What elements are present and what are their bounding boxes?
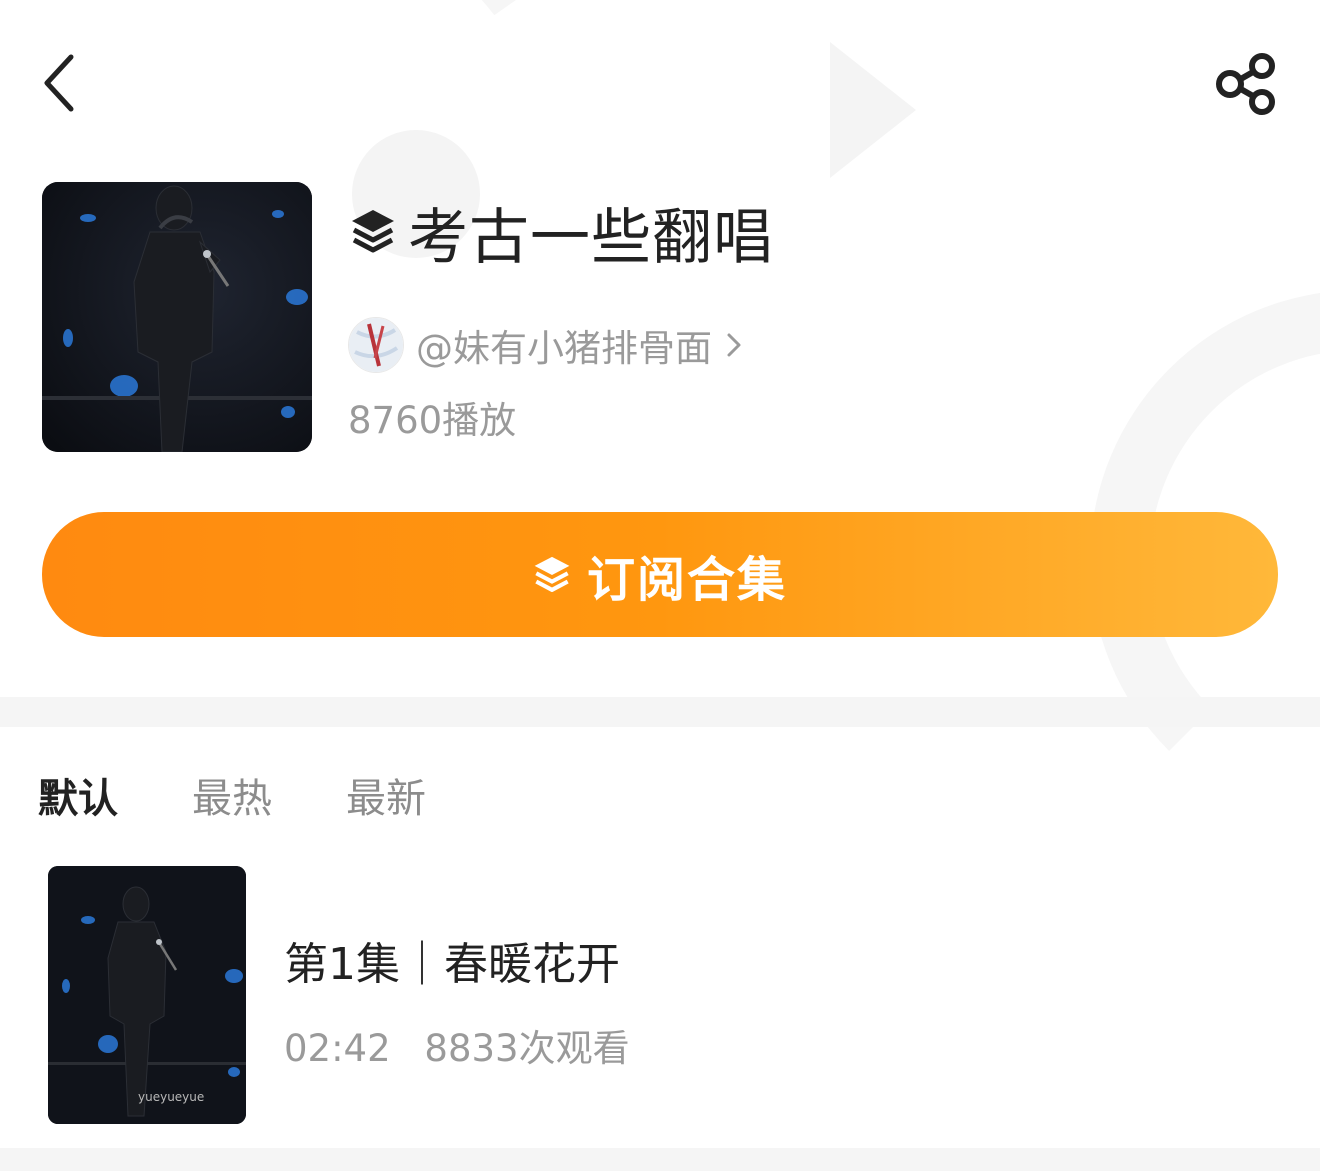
background-play-decoration <box>830 42 916 178</box>
bottom-divider <box>0 1148 1320 1171</box>
collection-title: 考古一些翻唱 <box>408 202 774 273</box>
subscribe-label: 订阅合集 <box>586 551 787 608</box>
subscribe-collection-button[interactable]: 订阅合集 <box>42 512 1278 637</box>
chevron-left-icon <box>44 54 74 112</box>
layers-icon <box>533 553 573 597</box>
thumbnail-watermark: yueyueyue <box>138 1090 205 1104</box>
chevron-right-icon <box>726 332 742 358</box>
section-divider <box>0 697 1320 727</box>
collection-cover-image <box>42 182 312 452</box>
collection-title-row: 考古一些翻唱 <box>350 192 774 273</box>
avatar <box>348 317 404 373</box>
play-count: 8760播放 <box>348 399 517 442</box>
tab-default[interactable]: 默认 <box>38 766 118 824</box>
layers-icon <box>350 206 396 258</box>
tab-hottest[interactable]: 最热 <box>192 766 272 824</box>
list-item[interactable]: yueyueyue 第1集｜春暖花开 02:42 8833次观看 <box>48 866 1278 1124</box>
tab-newest[interactable]: 最新 <box>346 766 426 824</box>
episode-views: 8833次观看 <box>424 1027 630 1070</box>
back-button[interactable] <box>30 48 86 118</box>
author-name: @妹有小猪排骨面 <box>416 327 712 370</box>
episode-duration: 02:42 <box>284 1027 391 1070</box>
episode-thumbnail: yueyueyue <box>48 866 246 1124</box>
collection-page: 考古一些翻唱 @妹有小猪排骨面 8760播放 订阅合集 默认 最热 最新 yue… <box>0 0 1320 1171</box>
share-button[interactable] <box>1206 48 1286 120</box>
share-icon <box>1216 53 1275 115</box>
episode-meta: 02:42 8833次观看 <box>284 1018 630 1072</box>
sort-tabs: 默认 最热 最新 <box>38 766 500 824</box>
author-link[interactable]: @妹有小猪排骨面 <box>348 316 742 374</box>
episode-title: 第1集｜春暖花开 <box>284 939 620 990</box>
